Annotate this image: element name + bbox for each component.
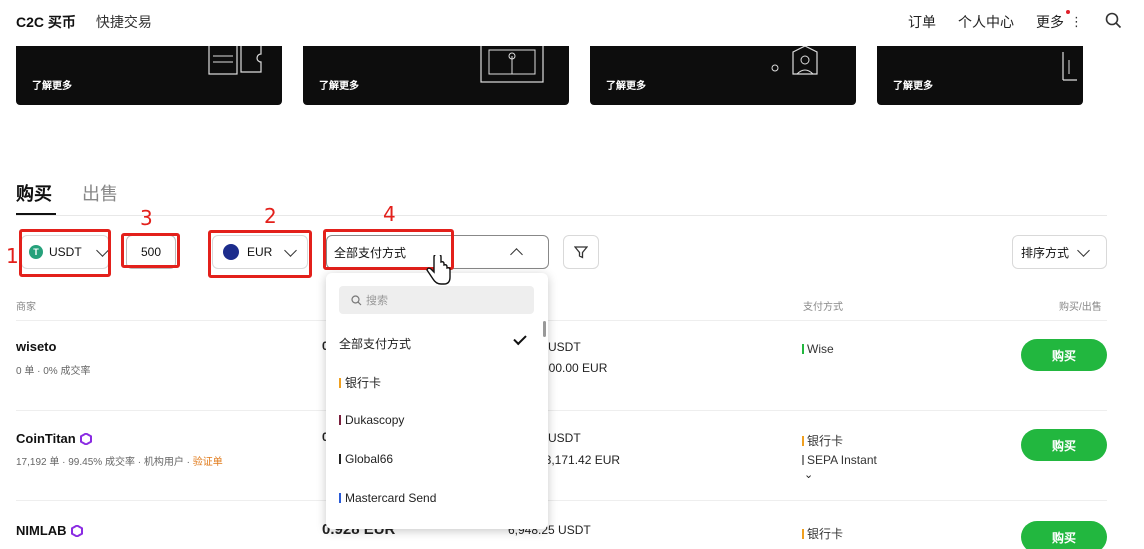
top-nav: C2C 买币 快捷交易 订单 个人中心 更多 ⋮ xyxy=(0,0,1144,46)
verify-badge: 验证单 xyxy=(193,457,223,468)
sort-select-label: 排序方式 xyxy=(1021,244,1069,261)
merchant-stats: 17,192 单 · 99.45% 成交率 · 机构用户 · 验证单 xyxy=(16,453,223,468)
search-icon xyxy=(351,295,362,306)
dropdown-scrollbar[interactable] xyxy=(543,321,546,337)
payment-method-label: 银行卡 xyxy=(807,525,843,542)
hand-cursor-icon xyxy=(425,255,453,289)
payment-color-marker xyxy=(339,493,341,503)
annotation-number-1: 1 xyxy=(6,244,19,268)
verified-merchant-icon xyxy=(71,525,83,537)
merchant-name[interactable]: NIMLAB xyxy=(16,523,83,538)
nav-orders[interactable]: 订单 xyxy=(908,12,936,32)
banner-card[interactable]: 了解更多 xyxy=(303,46,569,105)
kebab-icon: ⋮ xyxy=(1070,14,1083,30)
payment-method-label: SEPA Instant xyxy=(807,453,877,467)
banner-card[interactable]: 了解更多 xyxy=(16,46,282,105)
merchant-name-text: CoinTitan xyxy=(16,431,76,446)
banner-illustration-icon xyxy=(201,46,281,86)
payment-method-label: 银行卡 xyxy=(807,432,843,449)
merchant-name[interactable]: wiseto xyxy=(16,339,56,354)
nav-more-label: 更多 xyxy=(1036,12,1064,32)
notification-dot xyxy=(1066,10,1070,14)
learn-more-link[interactable]: 了解更多 xyxy=(32,77,72,92)
chevron-up-icon xyxy=(510,248,523,261)
merchant-name[interactable]: CoinTitan xyxy=(16,431,92,446)
tab-sell[interactable]: 出售 xyxy=(82,180,118,206)
dropdown-option-label: Dukascopy xyxy=(345,413,404,427)
nav-profile[interactable]: 个人中心 xyxy=(958,12,1014,32)
header-merchant: 商家 xyxy=(16,298,36,313)
payment-color-marker xyxy=(802,436,804,446)
payment-method-tag: Wise xyxy=(802,342,834,356)
filter-icon xyxy=(574,245,588,259)
banner-fade xyxy=(1084,46,1144,106)
banner-illustration-icon xyxy=(765,46,845,91)
annotation-number-3: 3 xyxy=(140,206,153,230)
filter-button[interactable] xyxy=(563,235,599,269)
payment-method-tag: SEPA Instant xyxy=(802,453,877,467)
dropdown-option-all[interactable]: 全部支付方式 xyxy=(339,335,411,352)
learn-more-link[interactable]: 了解更多 xyxy=(893,77,933,92)
banner-card[interactable]: 了解更多 xyxy=(877,46,1083,105)
dropdown-option-global66[interactable]: Global66 xyxy=(339,452,393,466)
annotation-box-2 xyxy=(208,230,312,278)
row-divider xyxy=(16,410,1107,411)
verified-merchant-icon xyxy=(80,433,92,445)
buy-button[interactable]: 购买 xyxy=(1021,429,1107,461)
payment-color-marker xyxy=(802,455,804,465)
annotation-box-3 xyxy=(121,233,180,268)
annotation-box-1 xyxy=(19,229,111,277)
buy-button[interactable]: 购买 xyxy=(1021,339,1107,371)
merchant-name-text: NIMLAB xyxy=(16,523,67,538)
search-icon[interactable] xyxy=(1105,12,1122,32)
order-limit: 48,171.42 EUR xyxy=(538,453,620,467)
nav-more[interactable]: 更多 ⋮ xyxy=(1036,12,1083,32)
payment-method-dropdown: 搜索 全部支付方式 银行卡 Dukascopy Global66 Masterc… xyxy=(326,273,548,529)
dropdown-option-bank-card[interactable]: 银行卡 xyxy=(339,374,381,391)
tab-buy[interactable]: 购买 xyxy=(16,180,52,206)
banner-illustration-icon xyxy=(473,46,553,91)
payment-color-marker xyxy=(339,454,341,464)
dropdown-option-label: 银行卡 xyxy=(345,374,381,391)
header-action: 购买/出售 xyxy=(1059,298,1102,313)
banner-illustration-icon xyxy=(1057,46,1083,86)
dropdown-search-input[interactable]: 搜索 xyxy=(339,286,534,314)
chevron-down-icon xyxy=(1077,244,1090,257)
payment-method-tag: 银行卡 xyxy=(802,525,843,542)
nav-quick-trade[interactable]: 快捷交易 xyxy=(96,12,152,32)
sort-select[interactable]: 排序方式 xyxy=(1012,235,1107,269)
tab-divider xyxy=(16,215,1107,216)
dropdown-option-mastercard-send[interactable]: Mastercard Send xyxy=(339,491,436,505)
expand-payments-icon[interactable]: ⌄ xyxy=(804,468,813,481)
row-divider xyxy=(16,500,1107,501)
banner-cards: 了解更多 了解更多 了解更多 了解更多 xyxy=(0,46,1144,106)
merchant-stats: 0 单 · 0% 成交率 xyxy=(16,362,90,377)
dropdown-option-dukascopy[interactable]: Dukascopy xyxy=(339,413,404,427)
dropdown-option-label: Mastercard Send xyxy=(345,491,436,505)
merchant-stats-text: 17,192 单 · 99.45% 成交率 · 机构用户 · xyxy=(16,457,193,468)
buy-button[interactable]: 购买 xyxy=(1021,521,1107,549)
merchant-name-text: wiseto xyxy=(16,339,56,354)
header-payment-methods: 支付方式 xyxy=(803,298,843,313)
row-divider xyxy=(16,320,1107,321)
trade-tabs: 购买 出售 xyxy=(16,180,118,206)
payment-color-marker xyxy=(802,344,804,354)
payment-method-label: Wise xyxy=(807,342,834,356)
banner-card[interactable]: 了解更多 xyxy=(590,46,856,105)
order-limit: -500.00 EUR xyxy=(538,361,607,375)
payment-color-marker xyxy=(802,529,804,539)
nav-c2c-buy[interactable]: C2C 买币 xyxy=(16,12,76,32)
annotation-number-4: 4 xyxy=(383,202,396,226)
payment-color-marker xyxy=(339,378,341,388)
annotation-number-2: 2 xyxy=(264,204,277,228)
dropdown-option-label: 全部支付方式 xyxy=(339,335,411,352)
payment-method-tag: 银行卡 xyxy=(802,432,843,449)
payment-color-marker xyxy=(339,415,341,425)
dropdown-option-label: Global66 xyxy=(345,452,393,466)
dropdown-search-placeholder: 搜索 xyxy=(366,292,388,308)
checkmark-icon xyxy=(513,332,526,345)
learn-more-link[interactable]: 了解更多 xyxy=(606,77,646,92)
learn-more-link[interactable]: 了解更多 xyxy=(319,77,359,92)
